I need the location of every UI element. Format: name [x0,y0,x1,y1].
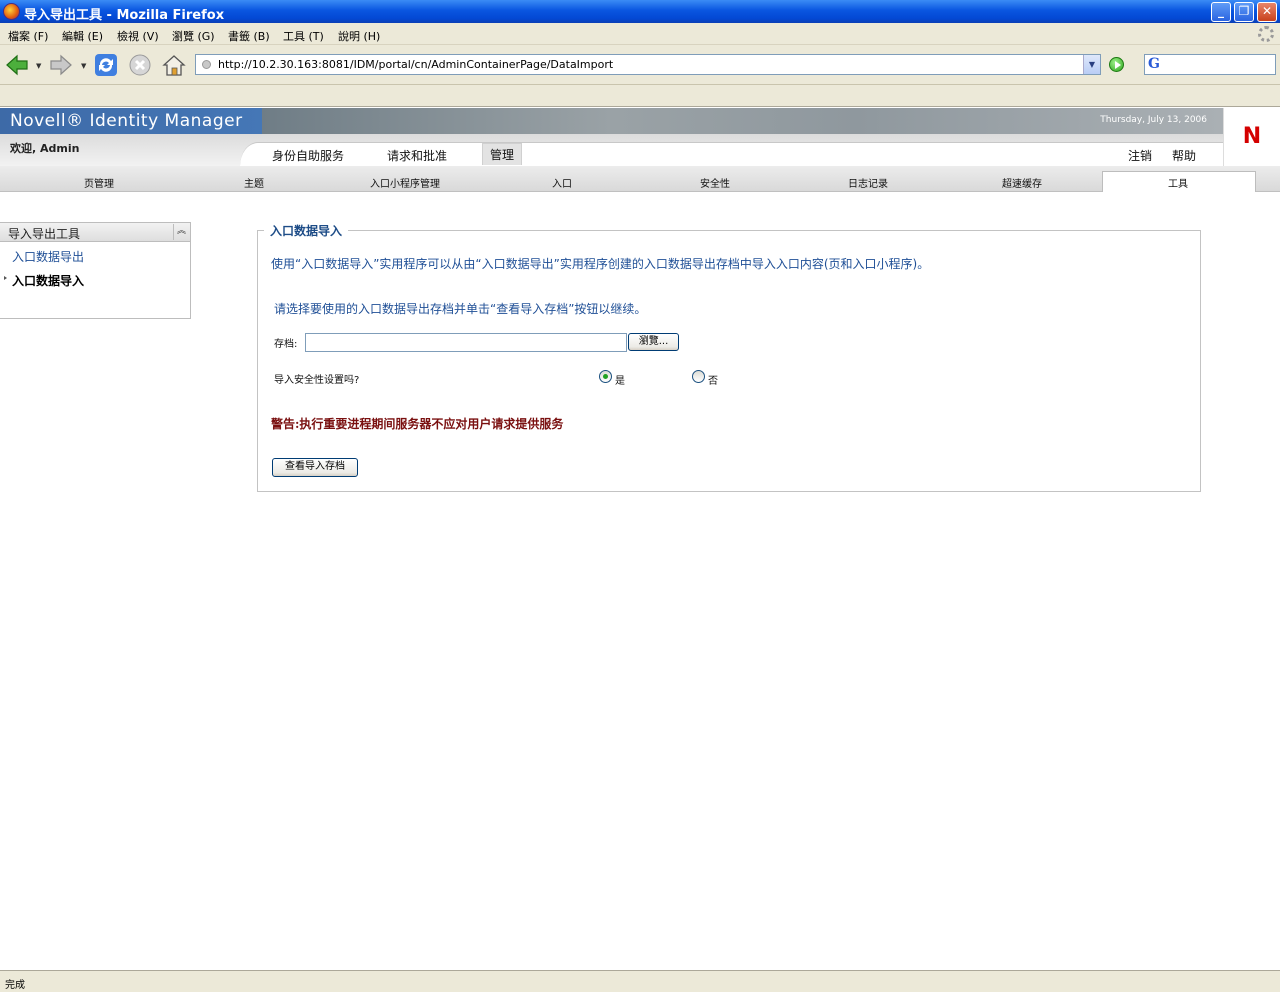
security-no-label: 否 [708,376,718,387]
instruction-text: 请选择要使用的入口数据导出存档并单击“查看导入存档”按钮以继续。 [274,302,647,316]
subtab-caching[interactable]: 超速缓存 [1002,175,1042,190]
welcome-text: 欢迎, Admin [10,142,80,155]
security-no-radio[interactable] [692,370,705,383]
import-security-label: 导入安全性设置吗? [274,375,360,386]
welcome-band: 欢迎, Admin 身份自助服务 请求和批准 管理 注销 帮助 [0,134,1223,166]
subtab-tools[interactable]: 工具 [1168,175,1188,190]
back-icon[interactable] [4,52,30,78]
brand-strip: Novell® Identity Manager Thursday, July … [0,108,1223,134]
menu-bar: 檔案 (F) 編輯 (E) 檢視 (V) 瀏覽 (G) 書籤 (B) 工具 (T… [0,23,1280,45]
subtab-portal[interactable]: 入口 [552,175,572,190]
forward-icon[interactable] [48,52,74,78]
view-import-archive-button[interactable]: 查看导入存档 [272,458,358,477]
left-panel-header: 导入导出工具 ︽ [0,223,190,242]
tab-self-service[interactable]: 身份自助服务 [272,147,344,164]
subtab-portlet-admin[interactable]: 入口小程序管理 [370,175,440,190]
subtab-security[interactable]: 安全性 [700,175,730,190]
subtab-themes[interactable]: 主题 [244,175,264,190]
fieldset-legend: 入口数据导入 [264,222,349,239]
archive-file-input[interactable] [305,333,627,352]
archive-label: 存档: [274,339,298,350]
tab-administration[interactable]: 管理 [482,143,523,165]
menu-file[interactable]: 檔案 (F) [8,28,48,44]
sub-navigation: 页管理 主题 入口小程序管理 入口 安全性 日志记录 超速缓存 工具 [0,166,1280,192]
throbber-icon [1258,26,1274,42]
security-yes-radio[interactable] [599,370,612,383]
home-icon[interactable] [161,52,187,78]
left-panel: 导入导出工具 ︽ 入口数据导出 入口数据导入 [0,222,191,319]
address-bar[interactable]: ▼ [195,54,1101,75]
subtab-logging[interactable]: 日志记录 [848,175,888,190]
warning-text: 警告:执行重要进程期间服务器不应对用户请求提供服务 [271,417,564,431]
left-panel-title: 导入导出工具 [8,227,81,241]
active-item-bullet-icon [4,276,7,280]
left-link-data-export[interactable]: 入口数据导出 [12,248,84,265]
url-input[interactable] [218,56,1078,73]
novell-logo: N [1223,108,1280,166]
maximize-button[interactable]: ❐ [1234,2,1254,22]
left-link-data-import[interactable]: 入口数据导入 [12,272,84,289]
menu-go[interactable]: 瀏覽 (G) [172,28,215,44]
menu-tools[interactable]: 工具 (T) [283,28,324,44]
bookmarks-toolbar [0,85,1280,107]
navigation-toolbar: ▼ ▼ ▼ G [0,45,1280,85]
go-button[interactable] [1109,57,1124,72]
back-dropdown-icon[interactable]: ▼ [36,62,41,70]
menu-bookmarks[interactable]: 書籤 (B) [228,28,270,44]
header-date: Thursday, July 13, 2006 [1100,115,1207,125]
brand-title: Novell® Identity Manager [10,111,243,131]
reload-icon[interactable] [93,52,119,78]
menu-view[interactable]: 檢視 (V) [117,28,159,44]
status-text: 完成 [5,980,25,991]
collapse-icon[interactable]: ︽ [173,224,189,240]
help-link[interactable]: 帮助 [1172,147,1196,164]
security-yes-label: 是 [615,376,625,387]
window-title: 导入导出工具 - Mozilla Firefox [24,8,225,23]
novell-header: Novell® Identity Manager Thursday, July … [0,108,1280,192]
google-search-engine-icon[interactable]: G [1148,56,1160,72]
window-title-bar: 导入导出工具 - Mozilla Firefox _ ❐ ✕ [0,0,1280,23]
stop-icon[interactable] [127,52,153,78]
tab-requests-approvals[interactable]: 请求和批准 [387,147,447,164]
firefox-icon [3,3,20,20]
search-box[interactable]: G [1144,54,1276,75]
browse-button[interactable]: 瀏覽... [628,333,679,351]
url-history-dropdown-icon[interactable]: ▼ [1083,55,1100,74]
menu-help[interactable]: 說明 (H) [338,28,380,44]
logout-link[interactable]: 注销 [1128,147,1152,164]
status-bar: 完成 [0,970,1280,992]
forward-dropdown-icon[interactable]: ▼ [81,62,86,70]
page-identity-icon [202,60,211,69]
subtab-page-admin[interactable]: 页管理 [84,175,114,190]
data-import-fieldset: 入口数据导入 使用“入口数据导入”实用程序可以从由“入口数据导出”实用程序创建的… [257,222,1201,492]
close-button[interactable]: ✕ [1257,2,1277,22]
minimize-button[interactable]: _ [1211,2,1231,22]
description-text: 使用“入口数据导入”实用程序可以从由“入口数据导出”实用程序创建的入口数据导出存… [271,257,930,271]
menu-edit[interactable]: 編輯 (E) [62,28,103,44]
